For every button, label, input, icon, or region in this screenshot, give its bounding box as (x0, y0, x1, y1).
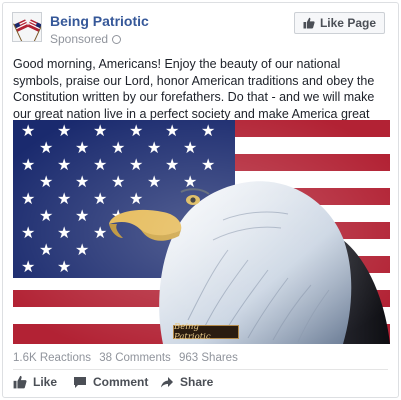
comment-label: Comment (93, 375, 149, 389)
like-page-button[interactable]: Like Page (293, 12, 385, 34)
like-label: Like (33, 375, 58, 389)
eagle-and-flag-image: ★ ★ ★ ★ ★ ★ ★ ★ ★ ★ ★ ★ ★ ★ ★ ★ ★ (13, 120, 390, 344)
page-avatar[interactable] (12, 12, 42, 42)
post-actions-bar: Like Comment Share (3, 373, 398, 395)
share-arrow-icon (161, 377, 173, 388)
globe-icon (112, 35, 122, 44)
page-name-link[interactable]: Being Patriotic (50, 13, 149, 29)
sponsored-label: Sponsored (50, 32, 122, 46)
actions-divider (13, 369, 388, 370)
post-header: Being Patriotic Sponsored Like Page (3, 3, 398, 53)
crossed-flags-icon (13, 13, 41, 41)
reactions-count[interactable]: 1.6K Reactions (13, 352, 91, 364)
thumbs-up-icon (13, 375, 27, 389)
share-label: Share (180, 375, 214, 389)
thumbs-up-icon (303, 17, 315, 29)
image-watermark: Being Patriotic (173, 322, 239, 342)
comments-count[interactable]: 38 Comments (99, 352, 171, 364)
comment-bubble-icon (74, 377, 86, 388)
share-button[interactable]: Share (160, 375, 213, 389)
comment-button[interactable]: Comment (73, 375, 148, 389)
like-page-label: Like Page (319, 16, 376, 30)
engagement-stats: 1.6K Reactions 38 Comments 963 Shares (13, 352, 243, 364)
post-image[interactable]: ★ ★ ★ ★ ★ ★ ★ ★ ★ ★ ★ ★ ★ ★ ★ ★ ★ (13, 120, 390, 344)
shares-count[interactable]: 963 Shares (179, 352, 238, 364)
sponsored-post-card: Being Patriotic Sponsored Like Page Good… (2, 2, 399, 398)
like-button[interactable]: Like (13, 375, 57, 389)
sponsored-text: Sponsored (50, 32, 109, 46)
